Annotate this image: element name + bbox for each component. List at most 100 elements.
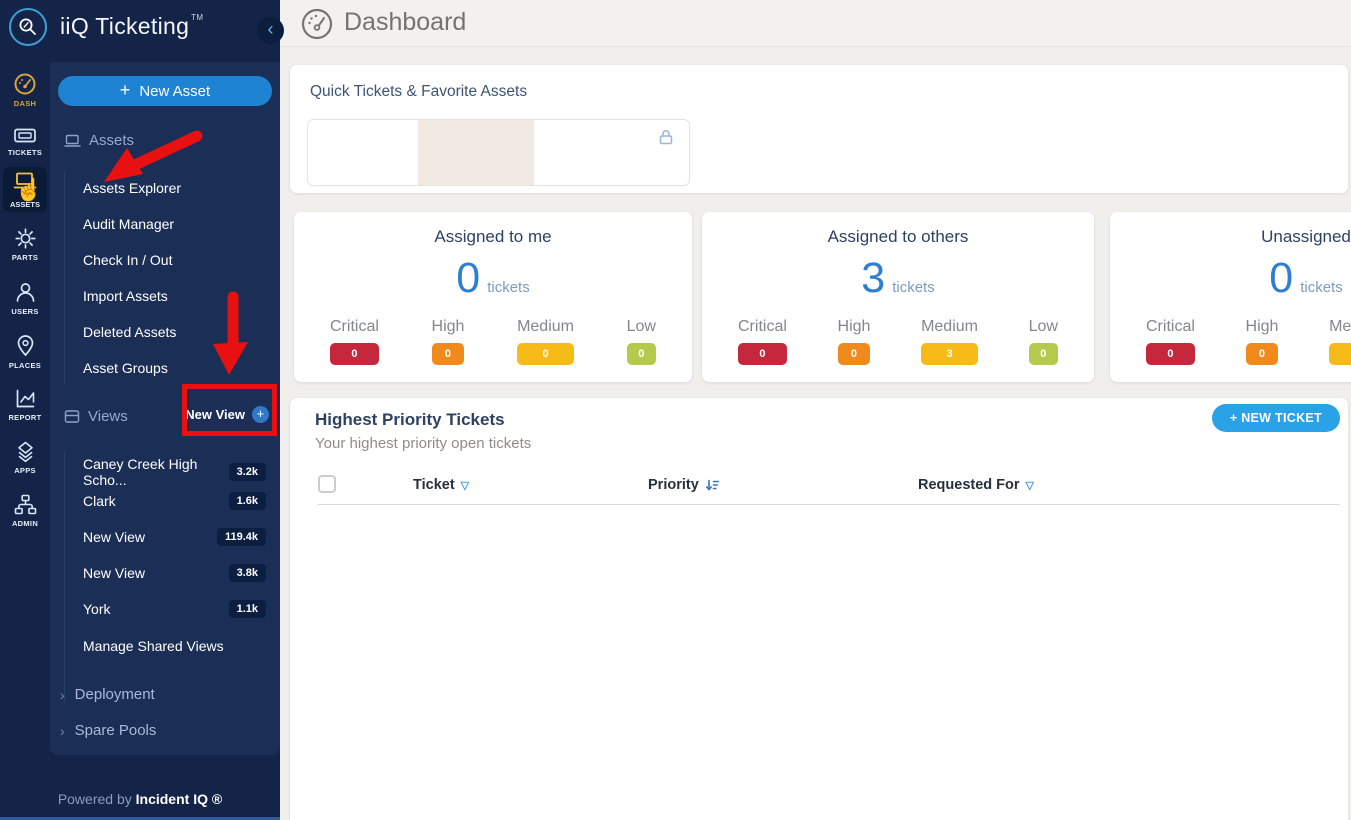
- ticket-icon: [13, 126, 37, 145]
- view-item[interactable]: New View 3.8k: [83, 564, 266, 582]
- rail-item-parts[interactable]: PARTS: [0, 227, 50, 262]
- rail-item-admin[interactable]: ADMIN: [0, 494, 50, 528]
- priority-critical: Critical 0: [738, 318, 787, 365]
- iiq-logo[interactable]: [9, 8, 47, 46]
- priority-badge: 0: [1329, 343, 1351, 365]
- priority-badge: 0: [517, 343, 574, 365]
- priority-medium: Medium 3: [921, 318, 978, 365]
- priority-critical: Critical 0: [1146, 318, 1195, 365]
- view-count-badge: 1.1k: [229, 600, 266, 618]
- rail-item-users[interactable]: USERS: [0, 281, 50, 316]
- new-asset-button[interactable]: + New Asset: [58, 76, 272, 106]
- priority-row: Critical 0 High 0 Medium 0 Low 0: [330, 318, 656, 365]
- lock-icon[interactable]: [657, 128, 675, 146]
- nav-item-asset-groups[interactable]: Asset Groups: [83, 360, 168, 376]
- nav-item-assets-explorer[interactable]: Assets Explorer: [83, 180, 181, 196]
- view-item[interactable]: New View 119.4k: [83, 528, 266, 546]
- person-icon: [14, 281, 37, 304]
- chevron-right-icon: ›: [60, 723, 65, 739]
- sidebar-collapse-button[interactable]: ‹: [257, 17, 284, 44]
- quick-tickets-card: Quick Tickets & Favorite Assets: [290, 65, 1348, 193]
- plus-icon: +: [120, 80, 131, 101]
- priority-critical: Critical 0: [330, 318, 379, 365]
- select-all-checkbox[interactable]: [318, 475, 336, 493]
- stat-card-title: Assigned to others: [702, 227, 1094, 247]
- priority-low: Low 0: [1029, 318, 1058, 365]
- quick-tickets-title: Quick Tickets & Favorite Assets: [310, 83, 527, 101]
- view-count-badge: 1.6k: [229, 492, 266, 510]
- nav-item-audit-manager[interactable]: Audit Manager: [83, 216, 174, 232]
- chevron-down-icon: ▽: [461, 479, 469, 492]
- new-ticket-button[interactable]: + NEW TICKET: [1212, 404, 1340, 432]
- ticket-count: 3tickets: [702, 254, 1094, 303]
- rail-item-tickets[interactable]: TICKETS: [0, 126, 50, 157]
- priority-badge: 0: [1246, 343, 1279, 365]
- nav-item-check-in-out[interactable]: Check In / Out: [83, 252, 172, 268]
- priority-badge: 0: [1146, 343, 1195, 365]
- view-item[interactable]: Clark 1.6k: [83, 492, 266, 510]
- tickets-card-subtitle: Your highest priority open tickets: [315, 435, 531, 452]
- group-spare-pools[interactable]: › Spare Pools: [60, 722, 156, 739]
- stat-card-title: Unassigned: [1110, 227, 1351, 247]
- plus-circle-icon: +: [252, 406, 269, 423]
- priority-badge: 0: [432, 343, 465, 365]
- view-item[interactable]: York 1.1k: [83, 600, 266, 618]
- powered-by-footer: Powered by Incident IQ ®: [0, 791, 280, 807]
- rail-item-places[interactable]: PLACES: [0, 334, 50, 370]
- chart-icon: [14, 387, 37, 410]
- priority-badge: 0: [1029, 343, 1058, 365]
- app-title: iiQ TicketingTM: [60, 13, 203, 40]
- app-window: iiQ TicketingTM ‹ DASH TICKETS ☝: [0, 0, 1351, 820]
- priority-high: High 0: [838, 318, 871, 365]
- stat-card-assigned-to-me: Assigned to me 0tickets Critical 0 High …: [294, 212, 692, 382]
- tickets-card-title: Highest Priority Tickets: [315, 410, 505, 430]
- group-deployment[interactable]: › Deployment: [60, 686, 155, 703]
- nav-item-import-assets[interactable]: Import Assets: [83, 288, 168, 304]
- view-item[interactable]: Caney Creek High Scho... 3.2k: [83, 456, 266, 488]
- stat-card-unassigned: Unassigned 0tickets Critical 0 High 0 Me…: [1110, 212, 1351, 382]
- priority-badge: 0: [627, 343, 656, 365]
- priority-row: Critical 0 High 0 Medium 3 Low 0: [738, 318, 1058, 365]
- chevron-right-icon: ›: [60, 687, 65, 703]
- assets-nav-panel: + New Asset Assets Assets Explorer Audit…: [50, 62, 280, 755]
- priority-badge: 0: [738, 343, 787, 365]
- rail-item-report[interactable]: REPORT: [0, 387, 50, 422]
- trademark: TM: [191, 13, 203, 22]
- laptop-icon: [64, 134, 81, 148]
- views-icon: [64, 409, 80, 424]
- priority-badge: 0: [330, 343, 379, 365]
- stat-card-assigned-to-others: Assigned to others 3tickets Critical 0 H…: [702, 212, 1094, 382]
- ticket-count: 0tickets: [1110, 254, 1351, 303]
- indent-line: [64, 172, 65, 384]
- page-header: Dashboard: [280, 0, 1351, 47]
- assets-section-header: Assets: [64, 132, 134, 149]
- nav-item-manage-shared-views[interactable]: Manage Shared Views: [83, 638, 224, 654]
- rail-item-dash[interactable]: DASH: [0, 72, 50, 108]
- column-priority[interactable]: Priority: [648, 477, 720, 493]
- priority-medium: Medium 0: [1329, 318, 1351, 365]
- redacted-asset-name: [418, 120, 534, 185]
- main-content: Dashboard Quick Tickets & Favorite Asset…: [280, 0, 1351, 820]
- favorite-asset-tile[interactable]: [307, 119, 690, 186]
- new-view-button[interactable]: New View +: [185, 406, 269, 423]
- nav-item-deleted-assets[interactable]: Deleted Assets: [83, 324, 176, 340]
- view-count-badge: 119.4k: [217, 528, 266, 546]
- priority-medium: Medium 0: [517, 318, 574, 365]
- gear-icon: [14, 227, 37, 250]
- rail-item-assets-active[interactable]: ☝ ASSETS: [3, 167, 47, 212]
- column-requested-for[interactable]: Requested For ▽: [918, 477, 1034, 493]
- apps-icon: [14, 441, 37, 463]
- rail-item-apps[interactable]: APPS: [0, 441, 50, 475]
- highest-priority-tickets-card: Highest Priority Tickets Your highest pr…: [290, 398, 1348, 820]
- magnifier-icon: [17, 16, 39, 38]
- tickets-table-header: Ticket ▽ Priority Requested For ▽: [318, 468, 1340, 505]
- view-count-badge: 3.2k: [229, 463, 266, 481]
- column-ticket[interactable]: Ticket ▽: [413, 477, 469, 493]
- priority-badge: 0: [838, 343, 871, 365]
- sidebar: iiQ TicketingTM ‹ DASH TICKETS ☝: [0, 0, 280, 820]
- map-pin-icon: [14, 334, 37, 358]
- priority-high: High 0: [432, 318, 465, 365]
- priority-row: Critical 0 High 0 Medium 0 Low 0: [1146, 318, 1351, 365]
- priority-high: High 0: [1246, 318, 1279, 365]
- view-count-badge: 3.8k: [229, 564, 266, 582]
